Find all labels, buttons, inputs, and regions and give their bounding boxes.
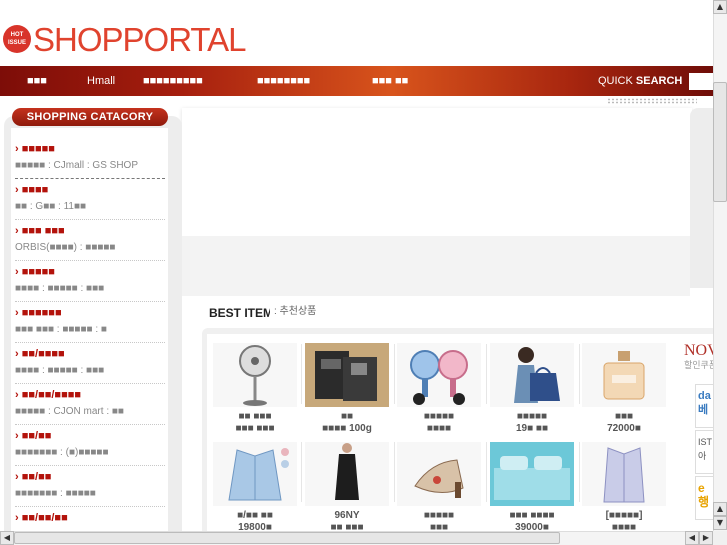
product-name[interactable]: ■■ [301, 411, 393, 423]
nav-item-hmall[interactable]: Hmall [87, 75, 115, 87]
shopping-category-header: SHOPPING CATACORY [12, 108, 168, 126]
scroll-up-icon[interactable]: ▲ [713, 502, 727, 516]
fan-icon[interactable] [213, 343, 297, 407]
category-item[interactable]: ■■■■■■ ■■■ ■■■ : ■■■■■ : ■ [15, 302, 165, 343]
product-box-icon[interactable] [305, 343, 389, 407]
product-name[interactable]: ■■ ■■■ [209, 411, 301, 423]
quick-search-label: QUICK SEARCH [598, 75, 683, 87]
shirt-icon[interactable] [582, 442, 666, 506]
product-name[interactable]: 96NY [301, 510, 393, 522]
category-title[interactable]: ■■/■■/■■■■ [15, 388, 165, 402]
nav-item-3[interactable]: ■■■■■■■■■ [143, 75, 203, 87]
perfume-icon[interactable] [582, 343, 666, 407]
scroll-right-icon[interactable]: ▶ [699, 531, 713, 545]
category-shops[interactable]: ■■■■■ : CJON mart : ■■ [15, 405, 165, 419]
category-item[interactable]: ■■■ ■■■ ORBIS(■■■■) : ■■■■■ [15, 220, 165, 261]
category-shops[interactable]: ■■■ ■■■ : ■■■■■ : ■ [15, 323, 165, 337]
category-item[interactable]: ■■/■■/■■■■ ■■■■■ : CJON mart : ■■ [15, 384, 165, 425]
category-item[interactable]: ■■/■■ ■■■■■■■ : ■■■■■ [15, 466, 165, 507]
category-title[interactable]: ■■/■■/■■ [15, 511, 165, 525]
product-name[interactable]: ■■■■■ [486, 411, 578, 423]
nav-item-1[interactable]: ■■■ [27, 75, 47, 87]
category-shops[interactable]: ■■■■■■■ : ■■■■■ [15, 487, 165, 501]
category-shops[interactable]: ORBIS(■■■■) : ■■■■■ [15, 241, 165, 255]
category-title[interactable]: ■■■■■ [15, 265, 165, 279]
resize-grip[interactable] [607, 98, 697, 104]
horizontal-scroll-thumb[interactable] [14, 532, 560, 544]
product-name[interactable]: ■■■■■ [393, 510, 485, 522]
main-nav: ■■■ Hmall ■■■■■■■■■ ■■■■■■■■ ■■■ ■■ QUIC… [0, 66, 713, 96]
category-item[interactable]: ■■/■■■■ ■■■■ : ■■■■■ : ■■■ [15, 343, 165, 384]
product-name[interactable]: ■■■ [578, 411, 670, 423]
product-card[interactable]: [■■■■■] ■■■■ [578, 442, 670, 534]
category-shops[interactable]: ■■■■ : ■■■■■ : ■■■ [15, 282, 165, 296]
category-list: ■■■■■ ■■■■■ : CJmall : GS SHOP ■■■■ ■■ : G… [15, 138, 165, 545]
product-card[interactable]: ■■■■■ ■■■■ [393, 343, 485, 435]
product-card[interactable]: ■■ ■■■■ 100g [301, 343, 393, 435]
product-card[interactable]: ■■■ ■■■■ 39000■ [486, 442, 578, 534]
product-price: ■■■■ [426, 423, 452, 434]
category-title[interactable]: ■■/■■ [15, 429, 165, 443]
product-price: ■■■■ 100g [322, 423, 372, 434]
scrollbar-corner [713, 531, 727, 545]
banner-footer-band [182, 236, 690, 296]
product-name[interactable]: [■■■■■] [578, 510, 670, 522]
product-card[interactable]: ■■■■■ 19■ ■■ [486, 343, 578, 435]
best-item-subtitle: : 추천상품 [270, 306, 321, 318]
jacket-icon[interactable] [213, 442, 297, 506]
category-item[interactable]: ■■■■ ■■ : G■■ : 11■■ [15, 179, 165, 220]
logo-text: SHOPPORTAL [33, 21, 247, 58]
main-banner [182, 108, 692, 238]
hot-issue-badge: HOT ISSUE [3, 25, 31, 53]
sandal-icon[interactable] [397, 442, 481, 506]
product-name[interactable]: ■■■■■ [393, 411, 485, 423]
category-shops[interactable]: ■■■■ : ■■■■■ : ■■■ [15, 364, 165, 378]
scroll-down-icon[interactable]: ▼ [713, 516, 727, 530]
category-item[interactable]: ■■■■■ ■■■■ : ■■■■■ : ■■■ [15, 261, 165, 302]
product-card[interactable]: ■■ ■■■ ■■■ ■■■ [209, 343, 301, 435]
category-title[interactable]: ■■■■■■ [15, 306, 165, 320]
category-item[interactable]: ■■/■■ ■■■■■■■ : (■)■■■■■ [15, 425, 165, 466]
nav-item-4[interactable]: ■■■■■■■■ [257, 75, 310, 87]
category-title[interactable]: ■■■■ [15, 183, 165, 197]
bedding-icon[interactable] [490, 442, 574, 506]
category-item[interactable]: ■■■■■ ■■■■■ : CJmall : GS SHOP [15, 138, 165, 179]
model-bag-icon[interactable] [490, 343, 574, 407]
logo[interactable]: HOT ISSUE SHOPPORTAL [0, 18, 247, 62]
category-shops[interactable]: ■■■■■ : CJmall : GS SHOP [15, 159, 165, 173]
quick-search-input[interactable] [689, 73, 713, 90]
product-price: ■■■ ■■■ [235, 423, 275, 434]
vertical-scrollbar[interactable] [713, 0, 727, 531]
product-card[interactable]: 96NY ■■ ■■■ [301, 442, 393, 534]
category-title[interactable]: ■■■■■ [15, 142, 165, 156]
product-name[interactable]: ■■■ ■■■■ [486, 510, 578, 522]
product-price: 19■ ■■ [515, 423, 549, 434]
product-card[interactable]: ■■■ 72000■ [578, 343, 670, 435]
category-title[interactable]: ■■/■■ [15, 470, 165, 484]
right-panel [690, 108, 713, 288]
mini-fans-icon[interactable] [397, 343, 481, 407]
product-card[interactable]: ■/■■ ■■ 19800■ [209, 442, 301, 534]
scroll-up-icon[interactable]: ▲ [713, 0, 727, 14]
category-shops[interactable]: ■■ : G■■ : 11■■ [15, 200, 165, 214]
nav-item-5[interactable]: ■■■ ■■ [372, 75, 408, 87]
scroll-left-icon[interactable]: ◀ [685, 531, 699, 545]
dress-icon[interactable] [305, 442, 389, 506]
scroll-left-icon[interactable]: ◀ [0, 531, 14, 545]
product-name[interactable]: ■/■■ ■■ [209, 510, 301, 522]
category-shops[interactable]: ■■■■■■■ : (■)■■■■■ [15, 446, 165, 460]
category-title[interactable]: ■■■ ■■■ [15, 224, 165, 238]
product-price: 72000■ [607, 423, 641, 434]
vertical-scroll-thumb[interactable] [713, 82, 727, 202]
category-title[interactable]: ■■/■■■■ [15, 347, 165, 361]
best-item-title: BEST ITEM [203, 304, 280, 322]
product-card[interactable]: ■■■■■ ■■■ [393, 442, 485, 534]
